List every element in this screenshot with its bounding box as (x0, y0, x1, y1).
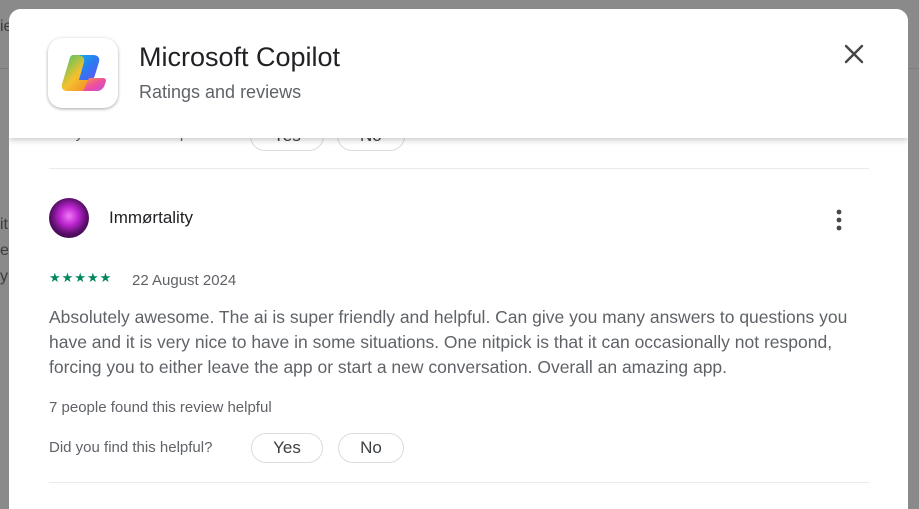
review-divider (49, 482, 869, 483)
star-icon: ★ (49, 270, 61, 285)
background-text-fragment: it (0, 216, 8, 233)
star-icon: ★ (61, 270, 74, 285)
dialog-header: Microsoft Copilot Ratings and reviews (9, 9, 908, 138)
app-title: Microsoft Copilot (139, 42, 341, 72)
avatar (49, 198, 89, 238)
star-icon: ★ (99, 270, 112, 285)
ratings-dialog: Did you find this helpful? Yes No Immørt… (9, 9, 908, 509)
close-button[interactable] (835, 35, 873, 73)
star-icon: ★ (86, 270, 99, 285)
yes-button[interactable]: Yes (251, 433, 323, 463)
helpful-count: 7 people found this review helpful (49, 399, 272, 416)
background-text-fragment: y (0, 268, 8, 285)
more-vert-icon (836, 209, 842, 231)
background-text-fragment: e (0, 242, 9, 259)
review-text: Absolutely awesome. The ai is super frie… (49, 307, 848, 377)
helpful-question: Did you find this helpful? (49, 439, 213, 456)
close-icon (844, 44, 864, 64)
app-icon (48, 38, 118, 108)
reviewer-name: Immørtality (109, 208, 194, 227)
star-icon: ★ (74, 270, 86, 285)
copilot-logo-icon (61, 55, 106, 91)
review-date: 22 August 2024 (132, 272, 237, 289)
no-button[interactable]: No (338, 433, 404, 463)
review-divider (49, 168, 869, 169)
more-options-button[interactable] (824, 205, 854, 235)
dialog-subtitle: Ratings and reviews (139, 82, 302, 102)
star-rating: ★ ★ ★ ★ ★ (49, 271, 111, 285)
